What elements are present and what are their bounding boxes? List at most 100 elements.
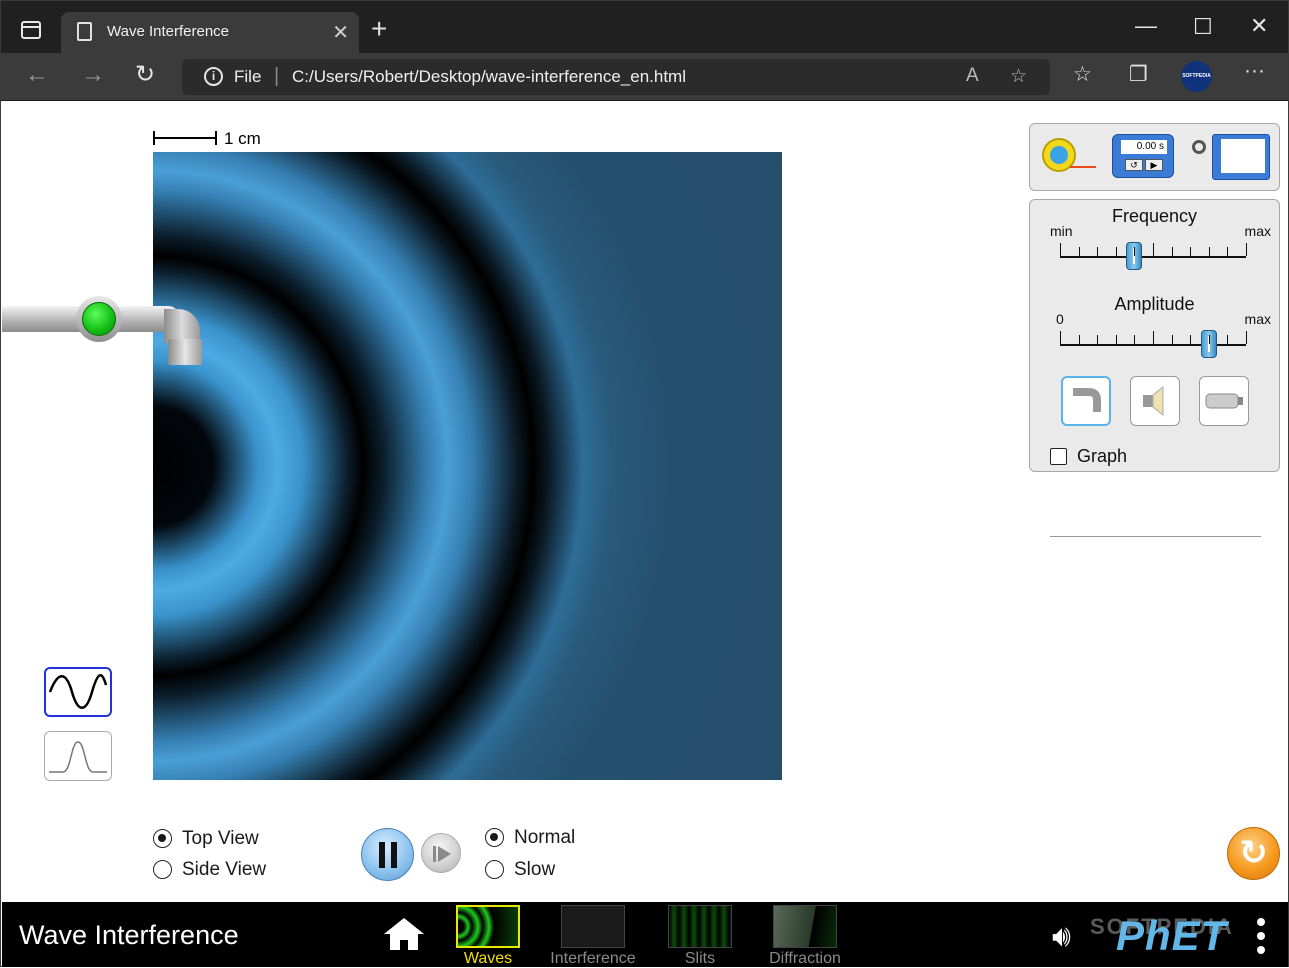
laser-icon (1205, 393, 1243, 409)
step-forward-button[interactable] (421, 833, 461, 873)
slider-tick (1134, 335, 1135, 344)
slider-tick (1190, 247, 1191, 256)
pulse-wave-button[interactable] (44, 731, 112, 781)
water-source-button[interactable] (1061, 376, 1111, 426)
favorites-icon[interactable]: ☆ (1073, 62, 1092, 87)
measurement-toolbox: 0.00 s ↺ ▶ (1029, 123, 1280, 191)
interference-screen-button[interactable]: Interference (550, 905, 636, 967)
slow-speed-radio[interactable] (485, 860, 504, 879)
slider-tick (1227, 247, 1228, 256)
phet-menu-icon[interactable] (1257, 918, 1265, 954)
address-separator: | (274, 65, 280, 87)
amplitude-min-label: 0 (1056, 311, 1064, 327)
pause-icon (379, 842, 385, 868)
waves-screen-button[interactable]: Waves (456, 905, 520, 967)
amplitude-slider[interactable] (1060, 330, 1247, 358)
home-icon (384, 918, 424, 950)
new-tab-button[interactable]: + (371, 13, 387, 45)
stopwatch-display: 0.00 s (1121, 140, 1167, 154)
pulse-wave-icon (49, 741, 107, 773)
forward-button[interactable]: → (81, 61, 105, 89)
wave-lattice (153, 152, 782, 780)
refresh-button[interactable]: ↻ (135, 60, 155, 89)
home-button[interactable] (382, 916, 426, 952)
slits-screen-button[interactable]: Slits (668, 905, 732, 967)
slider-tick (1172, 335, 1173, 344)
frequency-min-label: min (1050, 223, 1073, 239)
faucet-spout (168, 339, 202, 365)
slow-speed-label: Slow (514, 859, 556, 880)
top-view-radio[interactable] (153, 829, 172, 848)
scale-label: 1 cm (224, 129, 261, 148)
sim-title: Wave Interference (19, 920, 239, 950)
sine-wave-icon (48, 674, 108, 709)
light-source-button[interactable] (1199, 376, 1249, 426)
phet-navigation-bar: Wave Interference Waves Interference Sli… (2, 902, 1288, 967)
normal-speed-radio[interactable] (485, 828, 504, 847)
sound-source-button[interactable] (1130, 376, 1180, 426)
wave-controls-panel: Frequency min max Amplitude 0 max Graph (1029, 199, 1280, 537)
info-icon[interactable]: i (204, 67, 223, 86)
slider-tick (1097, 335, 1098, 344)
side-view-label: Side View (182, 859, 267, 880)
phet-logo[interactable]: PhET (1116, 912, 1227, 960)
slider-tick (1246, 243, 1247, 256)
frequency-max-label: max (1244, 223, 1271, 239)
graph-label: Graph (1077, 446, 1128, 466)
slider-tick (1060, 243, 1061, 256)
maximize-button[interactable]: ☐ (1193, 14, 1213, 40)
faucet-icon (1073, 388, 1101, 412)
reset-all-button[interactable]: ↻ (1227, 827, 1280, 880)
slider-tick (1079, 335, 1080, 344)
side-view-radio[interactable] (153, 860, 172, 879)
speaker-icon (1143, 385, 1164, 417)
stopwatch-icon[interactable]: 0.00 s ↺ ▶ (1112, 134, 1174, 178)
slider-tick (1209, 335, 1210, 344)
top-view-label: Top View (182, 828, 259, 849)
back-button[interactable]: ← (25, 61, 49, 89)
faucet-green-button[interactable] (82, 302, 116, 336)
more-options-icon[interactable]: ··· (1244, 59, 1265, 83)
address-scheme: File (234, 67, 262, 86)
waves-screen-icon (456, 905, 520, 948)
slider-tick (1172, 247, 1173, 256)
frequency-slider[interactable] (1060, 242, 1247, 270)
slider-tick (1209, 247, 1210, 256)
interference-screen-icon (561, 905, 625, 948)
slider-tick (1060, 331, 1061, 344)
slits-screen-label: Slits (684, 950, 716, 967)
browser-window: Wave Interference ✕ + — ☐ ✕ ← → ↻ i File… (0, 0, 1289, 967)
scale-indicator (153, 131, 217, 145)
browser-tab[interactable]: Wave Interference ✕ (61, 12, 359, 53)
graph-checkbox[interactable] (1050, 448, 1067, 465)
slider-tick (1134, 247, 1135, 256)
close-tab-icon[interactable]: ✕ (332, 20, 349, 45)
wave-meter-icon[interactable] (1186, 134, 1270, 180)
address-url[interactable]: C:/Users/Robert/Desktop/wave-interferenc… (292, 67, 686, 87)
slider-tick (1153, 331, 1154, 344)
measuring-tape-icon[interactable] (1042, 134, 1096, 174)
step-icon (433, 846, 436, 862)
add-favorite-icon[interactable]: ☆ (1010, 65, 1027, 88)
read-aloud-icon[interactable]: A (966, 65, 979, 87)
waves-screen-label: Waves (463, 950, 513, 967)
tab-actions-icon[interactable] (21, 21, 41, 39)
minimize-button[interactable]: — (1135, 13, 1157, 39)
slider-tick (1153, 243, 1154, 256)
slider-tick (1116, 335, 1117, 344)
sound-icon[interactable]: 🔊︎ (1052, 920, 1071, 954)
close-window-button[interactable]: ✕ (1250, 13, 1268, 39)
amplitude-max-label: max (1244, 311, 1271, 327)
slider-tick (1190, 335, 1191, 344)
play-pause-button[interactable] (361, 828, 414, 881)
slider-tick (1246, 331, 1247, 344)
diffraction-screen-label: Diffraction (769, 950, 841, 967)
continuous-wave-button[interactable] (44, 667, 112, 717)
collections-icon[interactable]: ❐ (1129, 62, 1148, 87)
sim-play-area: 1 cm Top View Side View Normal Slow ↻ 0.… (2, 101, 1288, 902)
title-bar: Wave Interference ✕ + — ☐ ✕ (1, 1, 1288, 53)
profile-avatar[interactable]: SOFTPEDIA (1181, 61, 1212, 92)
diffraction-screen-button[interactable]: Diffraction (769, 905, 841, 967)
address-bar[interactable]: i File | C:/Users/Robert/Desktop/wave-in… (182, 59, 1050, 95)
normal-speed-label: Normal (514, 827, 576, 848)
